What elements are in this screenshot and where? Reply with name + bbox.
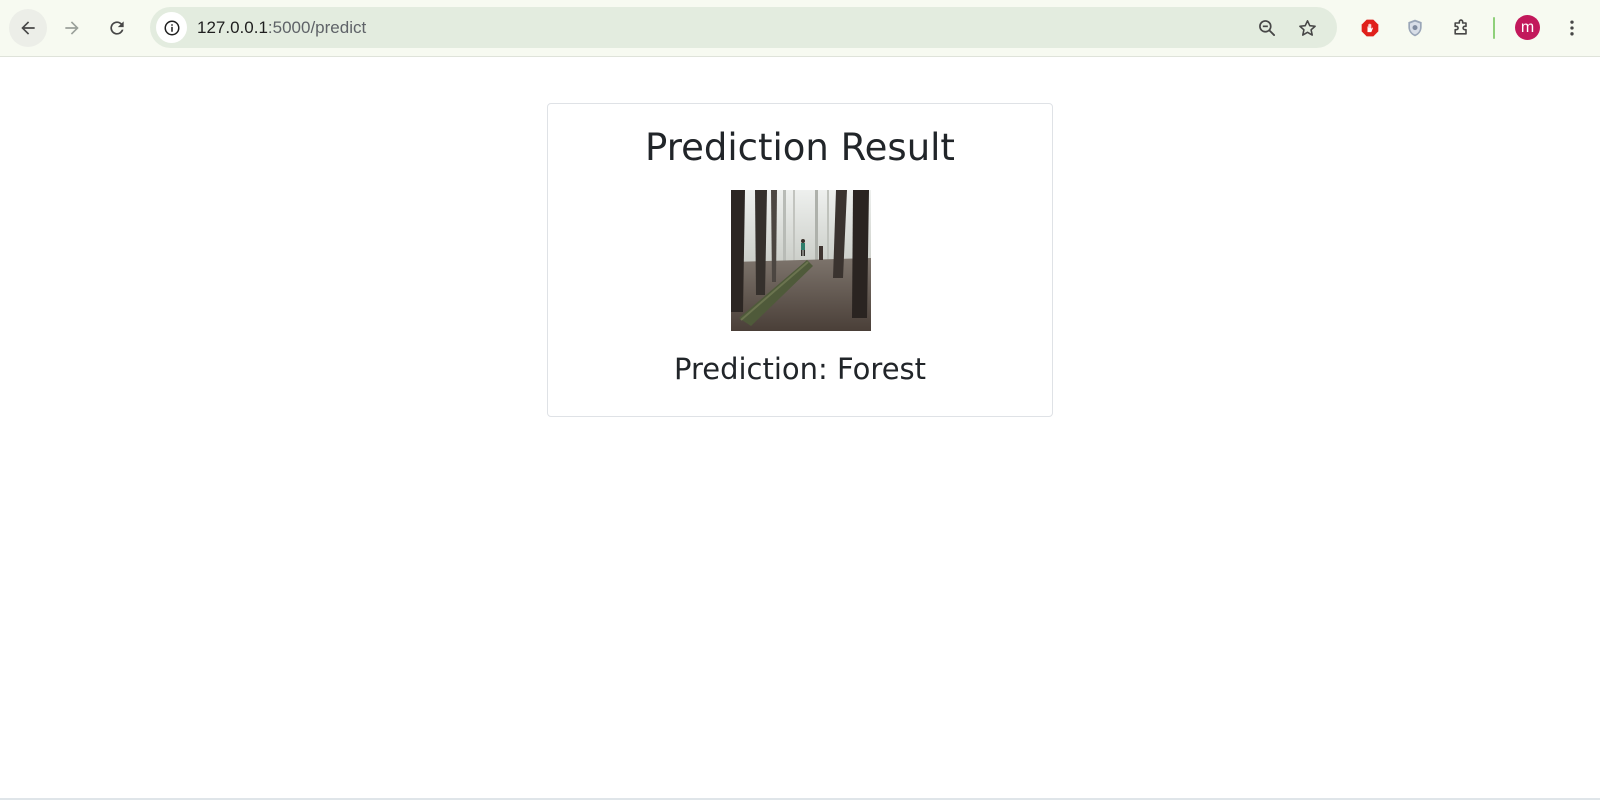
adblock-extension-button[interactable] xyxy=(1351,9,1389,47)
url-text[interactable]: 127.0.0.1:5000/predict xyxy=(197,7,366,48)
arrow-right-icon xyxy=(65,21,79,35)
zoom-out-icon xyxy=(1259,20,1275,36)
forward-button[interactable] xyxy=(53,9,91,47)
address-bar[interactable]: 127.0.0.1:5000/predict xyxy=(150,7,1337,48)
puzzle-icon xyxy=(1454,19,1467,35)
shield-icon xyxy=(1408,19,1422,37)
info-icon xyxy=(164,20,179,35)
page-title: Prediction Result xyxy=(645,126,955,169)
prediction-text: Prediction: Forest xyxy=(673,352,927,386)
bookmark-button[interactable] xyxy=(1294,15,1320,41)
browser-menu-button[interactable] xyxy=(1553,9,1591,47)
prediction-card: Prediction Result Prediction: Forest xyxy=(547,103,1053,417)
zoom-button[interactable] xyxy=(1254,15,1280,41)
star-icon xyxy=(1298,19,1316,36)
site-info-button[interactable] xyxy=(156,12,187,43)
url-host: 127.0.0.1 xyxy=(197,18,268,37)
arrow-left-icon xyxy=(21,21,35,35)
browser-toolbar: 127.0.0.1:5000/predict m xyxy=(0,0,1600,57)
url-path: :5000/predict xyxy=(267,18,367,37)
toolbar-divider xyxy=(1493,17,1495,39)
stop-hand-icon xyxy=(1361,19,1379,37)
reload-button[interactable] xyxy=(98,9,136,47)
extensions-button[interactable] xyxy=(1442,9,1480,47)
privacy-extension-button[interactable] xyxy=(1396,9,1434,47)
profile-avatar[interactable]: m xyxy=(1515,15,1540,40)
uploaded-forest-image xyxy=(731,190,871,331)
kebab-menu-icon xyxy=(1570,20,1574,36)
back-button[interactable] xyxy=(9,9,47,47)
reload-icon xyxy=(110,21,124,35)
